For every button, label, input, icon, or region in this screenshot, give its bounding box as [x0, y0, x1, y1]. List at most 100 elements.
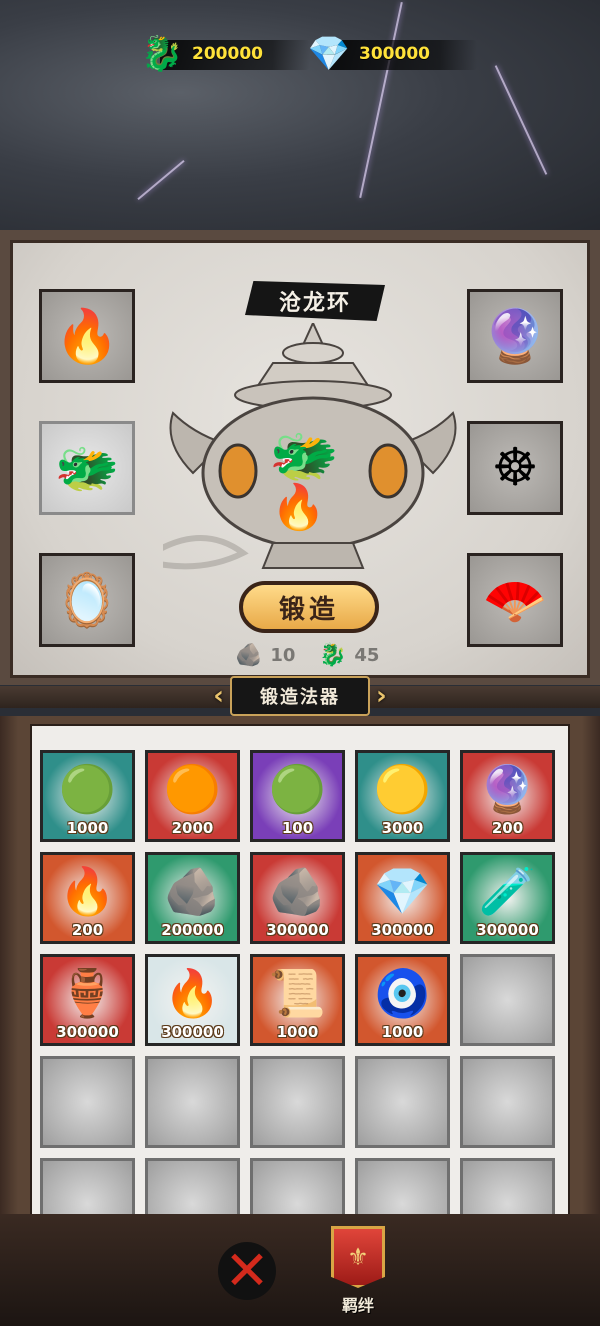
inventory-item[interactable]: 🧪 300000: [460, 852, 555, 944]
cost-value: 10: [270, 645, 296, 666]
forge-panel: 沧龙环 🔥 🐲 🪞 🔮 ☸ 🪭 🐲 🔥 锻造 🪨 10 🐉 45: [0, 230, 600, 685]
currency-jade[interactable]: 🐉 200000: [138, 30, 310, 78]
inventory-item[interactable]: 🔮 200: [460, 750, 555, 842]
item-quantity: 3000: [381, 819, 424, 837]
inventory-item[interactable]: 🔥 300000: [145, 954, 240, 1046]
cost-value: 45: [354, 645, 380, 666]
item-name-banner: 沧龙环: [245, 281, 385, 321]
fire-orb-icon: 🟠: [163, 761, 222, 816]
empty-slot[interactable]: [460, 1158, 555, 1214]
forge-button[interactable]: 锻造: [239, 581, 379, 633]
forge-slot-left-3[interactable]: 🪞: [39, 553, 135, 647]
item-quantity: 200: [71, 921, 104, 939]
bond-banner-icon: ⚜: [331, 1226, 385, 1288]
jade-pendant-icon: 🧿: [373, 965, 432, 1020]
blue-crystal-icon: 💎: [373, 863, 432, 918]
fleur-icon: ⚜: [347, 1243, 369, 1271]
rune-orb-icon: 🟢: [268, 761, 327, 816]
item-quantity: 300000: [476, 921, 539, 939]
fire-amulet-icon: 🔥: [54, 306, 120, 367]
next-arrow-icon[interactable]: ›: [376, 681, 387, 711]
forge-slot-right-3[interactable]: 🪭: [467, 553, 563, 647]
flame-icon: 🔥: [271, 482, 326, 533]
cost-ore: 🪨 10: [235, 643, 295, 668]
inventory-item[interactable]: 🟢 100: [250, 750, 345, 842]
lightning-bolt: [137, 159, 185, 201]
inventory-frame: 🟢 1000 🟠 2000 🟢 100 🟡 3000 🔮 200 🔥 200 🪨 200000 🪨 30000…: [0, 716, 600, 1226]
crystal-shard-icon: 💎: [307, 34, 351, 74]
empty-slot[interactable]: [460, 1056, 555, 1148]
forge-slot-right-1[interactable]: 🔮: [467, 289, 563, 383]
forge-slot-left-2[interactable]: 🐲: [39, 421, 135, 515]
empty-slot[interactable]: [355, 1056, 450, 1148]
currency-amount: 200000: [192, 44, 263, 64]
jade-mirror-icon: 🪞: [54, 570, 120, 631]
jade-orb-icon: 🟢: [58, 761, 117, 816]
dark-stone-icon: 🪨: [163, 863, 222, 918]
water-vase-icon: 🏺: [58, 965, 117, 1020]
gold-orb-icon: 🟡: [373, 761, 432, 816]
jade-dragon-icon: 🐉: [319, 643, 347, 668]
currency-crystal[interactable]: 💎 300000: [305, 30, 477, 78]
forge-area: 沧龙环 🔥 🐲 🪞 🔮 ☸ 🪭 🐲 🔥 锻造 🪨 10 🐉 45: [10, 240, 590, 678]
lightning-bolt: [494, 65, 548, 175]
silk-fan-icon: 🪭: [482, 570, 548, 631]
inventory-item[interactable]: 🟡 3000: [355, 750, 450, 842]
item-quantity: 200000: [161, 921, 224, 939]
iron-ore-icon: 🪨: [268, 863, 327, 918]
jade-dragon-icon: 🐉: [140, 34, 184, 74]
forge-slot-right-2[interactable]: ☸: [467, 421, 563, 515]
currency-amount: 300000: [359, 44, 430, 64]
inventory-panel: 🟢 1000 🟠 2000 🟢 100 🟡 3000 🔮 200 🔥 200 🪨 200000 🪨 30000…: [30, 724, 570, 1216]
storm-sky-background: [0, 0, 600, 232]
section-title: 锻造法器: [230, 676, 370, 716]
empty-slot[interactable]: [40, 1158, 135, 1214]
bond-button[interactable]: ⚜ 羁绊: [326, 1226, 390, 1322]
inventory-item[interactable]: 🔥 200: [40, 852, 135, 944]
section-header: ‹ 锻造法器 ›: [0, 676, 600, 716]
red-flame-icon: 🔥: [163, 965, 222, 1020]
inventory-item[interactable]: 🪨 200000: [145, 852, 240, 944]
inventory-item[interactable]: 🧿 1000: [355, 954, 450, 1046]
crystal-ball-icon: 🔮: [478, 761, 537, 816]
empty-slot[interactable]: [355, 1158, 450, 1214]
inventory-item[interactable]: 📜 1000: [250, 954, 345, 1046]
empty-slot[interactable]: [460, 954, 555, 1046]
item-name: 沧龙环: [278, 291, 351, 316]
purple-scroll-icon: 📜: [268, 965, 327, 1020]
golden-wheel-icon: ☸: [491, 438, 539, 498]
empty-slot[interactable]: [145, 1056, 240, 1148]
item-quantity: 300000: [371, 921, 434, 939]
item-quantity: 1000: [66, 819, 109, 837]
item-quantity: 300000: [266, 921, 329, 939]
empty-slot[interactable]: [250, 1158, 345, 1214]
amethyst-crystal-icon: 🔮: [482, 306, 548, 367]
inventory-item[interactable]: 🪨 300000: [250, 852, 345, 944]
close-icon: ✕: [224, 1239, 270, 1302]
prev-arrow-icon[interactable]: ‹: [213, 681, 224, 711]
item-quantity: 1000: [276, 1023, 319, 1041]
blue-flame-icon: 🔥: [58, 863, 117, 918]
forge-slot-left-1[interactable]: 🔥: [39, 289, 135, 383]
inventory-item[interactable]: 💎 300000: [355, 852, 450, 944]
potion-bottle-icon: 🧪: [478, 863, 537, 918]
inventory-item[interactable]: 🏺 300000: [40, 954, 135, 1046]
iron-ore-icon: 🪨: [235, 643, 263, 668]
item-quantity: 300000: [161, 1023, 224, 1041]
item-quantity: 200: [491, 819, 524, 837]
empty-slot[interactable]: [145, 1158, 240, 1214]
empty-slot[interactable]: [40, 1056, 135, 1148]
cost-jade: 🐉 45: [319, 643, 379, 668]
inventory-item[interactable]: 🟠 2000: [145, 750, 240, 842]
dragon-ring-icon: 🐲: [269, 424, 339, 489]
item-quantity: 300000: [56, 1023, 119, 1041]
item-quantity: 1000: [381, 1023, 424, 1041]
dragon-ring-icon: 🐲: [54, 438, 120, 499]
bond-label: 羁绊: [341, 1296, 374, 1315]
close-button[interactable]: ✕: [216, 1240, 278, 1302]
item-quantity: 100: [281, 819, 314, 837]
empty-slot[interactable]: [250, 1056, 345, 1148]
item-quantity: 2000: [171, 819, 214, 837]
inventory-grid: 🟢 1000 🟠 2000 🟢 100 🟡 3000 🔮 200 🔥 200 🪨 200000 🪨 30000…: [40, 750, 555, 1214]
inventory-item[interactable]: 🟢 1000: [40, 750, 135, 842]
